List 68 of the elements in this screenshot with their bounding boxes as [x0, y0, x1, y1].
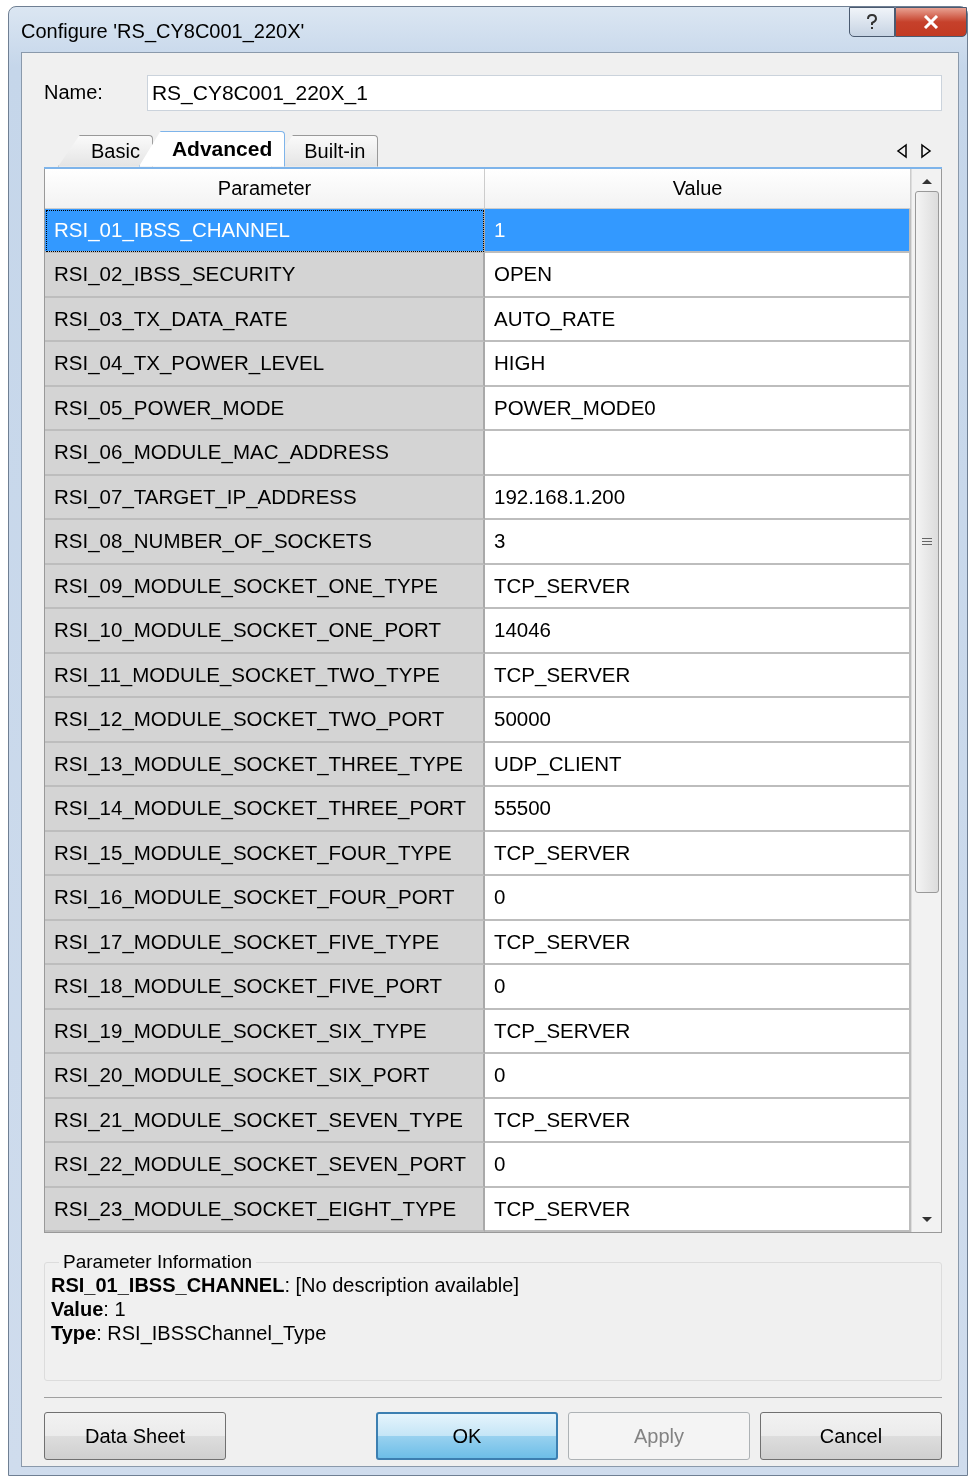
scroll-left-icon[interactable]: [896, 142, 908, 159]
value-cell[interactable]: TCP_SERVER: [485, 1009, 912, 1054]
name-label: Name:: [44, 81, 103, 104]
parameter-cell[interactable]: RSI_15_MODULE_SOCKET_FOUR_TYPE: [45, 831, 485, 876]
parameter-cell[interactable]: RSI_12_MODULE_SOCKET_TWO_PORT: [45, 698, 485, 743]
parameter-cell[interactable]: RSI_02_IBSS_SECURITY: [45, 253, 485, 298]
value-cell[interactable]: TCP_SERVER: [485, 831, 912, 876]
value-cell[interactable]: TCP_SERVER: [485, 920, 912, 965]
parameter-cell[interactable]: RSI_19_MODULE_SOCKET_SIX_TYPE: [45, 1009, 485, 1054]
dialog-button[interactable]: Data Sheet: [44, 1412, 226, 1460]
parameter-cell[interactable]: RSI_17_MODULE_SOCKET_FIVE_TYPE: [45, 920, 485, 965]
parameter-cell[interactable]: RSI_14_MODULE_SOCKET_THREE_PORT: [45, 787, 485, 832]
parameter-cell[interactable]: RSI_04_TX_POWER_LEVEL: [45, 342, 485, 387]
scrollbar[interactable]: [911, 168, 941, 1232]
value-cell[interactable]: HIGH: [485, 342, 912, 387]
dialog-button[interactable]: Cancel: [760, 1412, 942, 1460]
column-header[interactable]: Value: [485, 168, 912, 209]
value-cell[interactable]: 0: [485, 965, 912, 1010]
parameter-cell[interactable]: RSI_23_MODULE_SOCKET_EIGHT_TYPE: [45, 1187, 485, 1232]
parameter-cell[interactable]: RSI_22_MODULE_SOCKET_SEVEN_PORT: [45, 1143, 485, 1188]
value-cell[interactable]: 0: [485, 1054, 912, 1099]
value-cell[interactable]: AUTO_RATE: [485, 297, 912, 342]
dialog-button[interactable]: OK: [376, 1412, 558, 1460]
info-text: Type: RSI_IBSSChannel_Type: [51, 1321, 328, 1345]
name-field[interactable]: RS_CY8C001_220X_1: [146, 74, 942, 111]
value-cell[interactable]: 50000: [485, 698, 912, 743]
info-text: RSI_01_IBSS_CHANNEL: [No description available]: [51, 1273, 520, 1297]
value-cell[interactable]: OPEN: [485, 253, 912, 298]
help-button[interactable]: [849, 7, 895, 37]
scroll-down-icon[interactable]: [920, 1216, 933, 1224]
parameter-cell[interactable]: RSI_18_MODULE_SOCKET_FIVE_PORT: [45, 965, 485, 1010]
parameter-cell[interactable]: RSI_16_MODULE_SOCKET_FOUR_PORT: [45, 876, 485, 921]
value-cell[interactable]: TCP_SERVER: [485, 1098, 912, 1143]
value-cell[interactable]: UDP_CLIENT: [485, 742, 912, 787]
help-icon: [865, 14, 879, 30]
close-icon: [923, 15, 939, 29]
close-button[interactable]: [895, 7, 967, 37]
scroll-right-icon[interactable]: [920, 142, 932, 159]
value-cell[interactable]: [485, 431, 912, 476]
info-text: Value: 1: [51, 1297, 127, 1321]
window-title: Configure 'RS_CY8C001_220X': [21, 19, 305, 43]
parameter-cell[interactable]: RSI_03_TX_DATA_RATE: [45, 297, 485, 342]
parameter-cell[interactable]: RSI_20_MODULE_SOCKET_SIX_PORT: [45, 1054, 485, 1099]
value-cell[interactable]: 3: [485, 520, 912, 565]
parameter-cell[interactable]: RSI_07_TARGET_IP_ADDRESS: [45, 475, 485, 520]
parameter-cell[interactable]: RSI_08_NUMBER_OF_SOCKETS: [45, 520, 485, 565]
scrollbar-thumb[interactable]: [914, 190, 939, 893]
parameter-cell[interactable]: RSI_13_MODULE_SOCKET_THREE_TYPE: [45, 742, 485, 787]
value-cell[interactable]: TCP_SERVER: [485, 564, 912, 609]
scroll-up-icon[interactable]: [920, 176, 933, 185]
parameter-cell[interactable]: RSI_06_MODULE_MAC_ADDRESS: [45, 431, 485, 476]
tab[interactable]: Basic: [58, 134, 153, 167]
value-cell[interactable]: 55500: [485, 787, 912, 832]
parameter-cell[interactable]: RSI_21_MODULE_SOCKET_SEVEN_TYPE: [45, 1098, 485, 1143]
parameter-cell[interactable]: RSI_11_MODULE_SOCKET_TWO_TYPE: [45, 653, 485, 698]
tab[interactable]: Advanced: [138, 130, 286, 167]
value-cell[interactable]: 192.168.1.200: [485, 475, 912, 520]
value-cell[interactable]: 0: [485, 876, 912, 921]
value-cell[interactable]: 14046: [485, 609, 912, 654]
value-cell[interactable]: POWER_MODE0: [485, 386, 912, 431]
parameter-cell[interactable]: RSI_09_MODULE_SOCKET_ONE_TYPE: [45, 564, 485, 609]
info-title: Parameter Information: [62, 1251, 254, 1273]
value-cell[interactable]: TCP_SERVER: [485, 1187, 912, 1232]
value-cell[interactable]: TCP_SERVER: [485, 653, 912, 698]
value-cell[interactable]: 0: [485, 1143, 912, 1188]
column-header[interactable]: Parameter: [45, 168, 485, 209]
parameter-cell[interactable]: RSI_05_POWER_MODE: [45, 386, 485, 431]
parameter-cell[interactable]: RSI_10_MODULE_SOCKET_ONE_PORT: [45, 609, 485, 654]
